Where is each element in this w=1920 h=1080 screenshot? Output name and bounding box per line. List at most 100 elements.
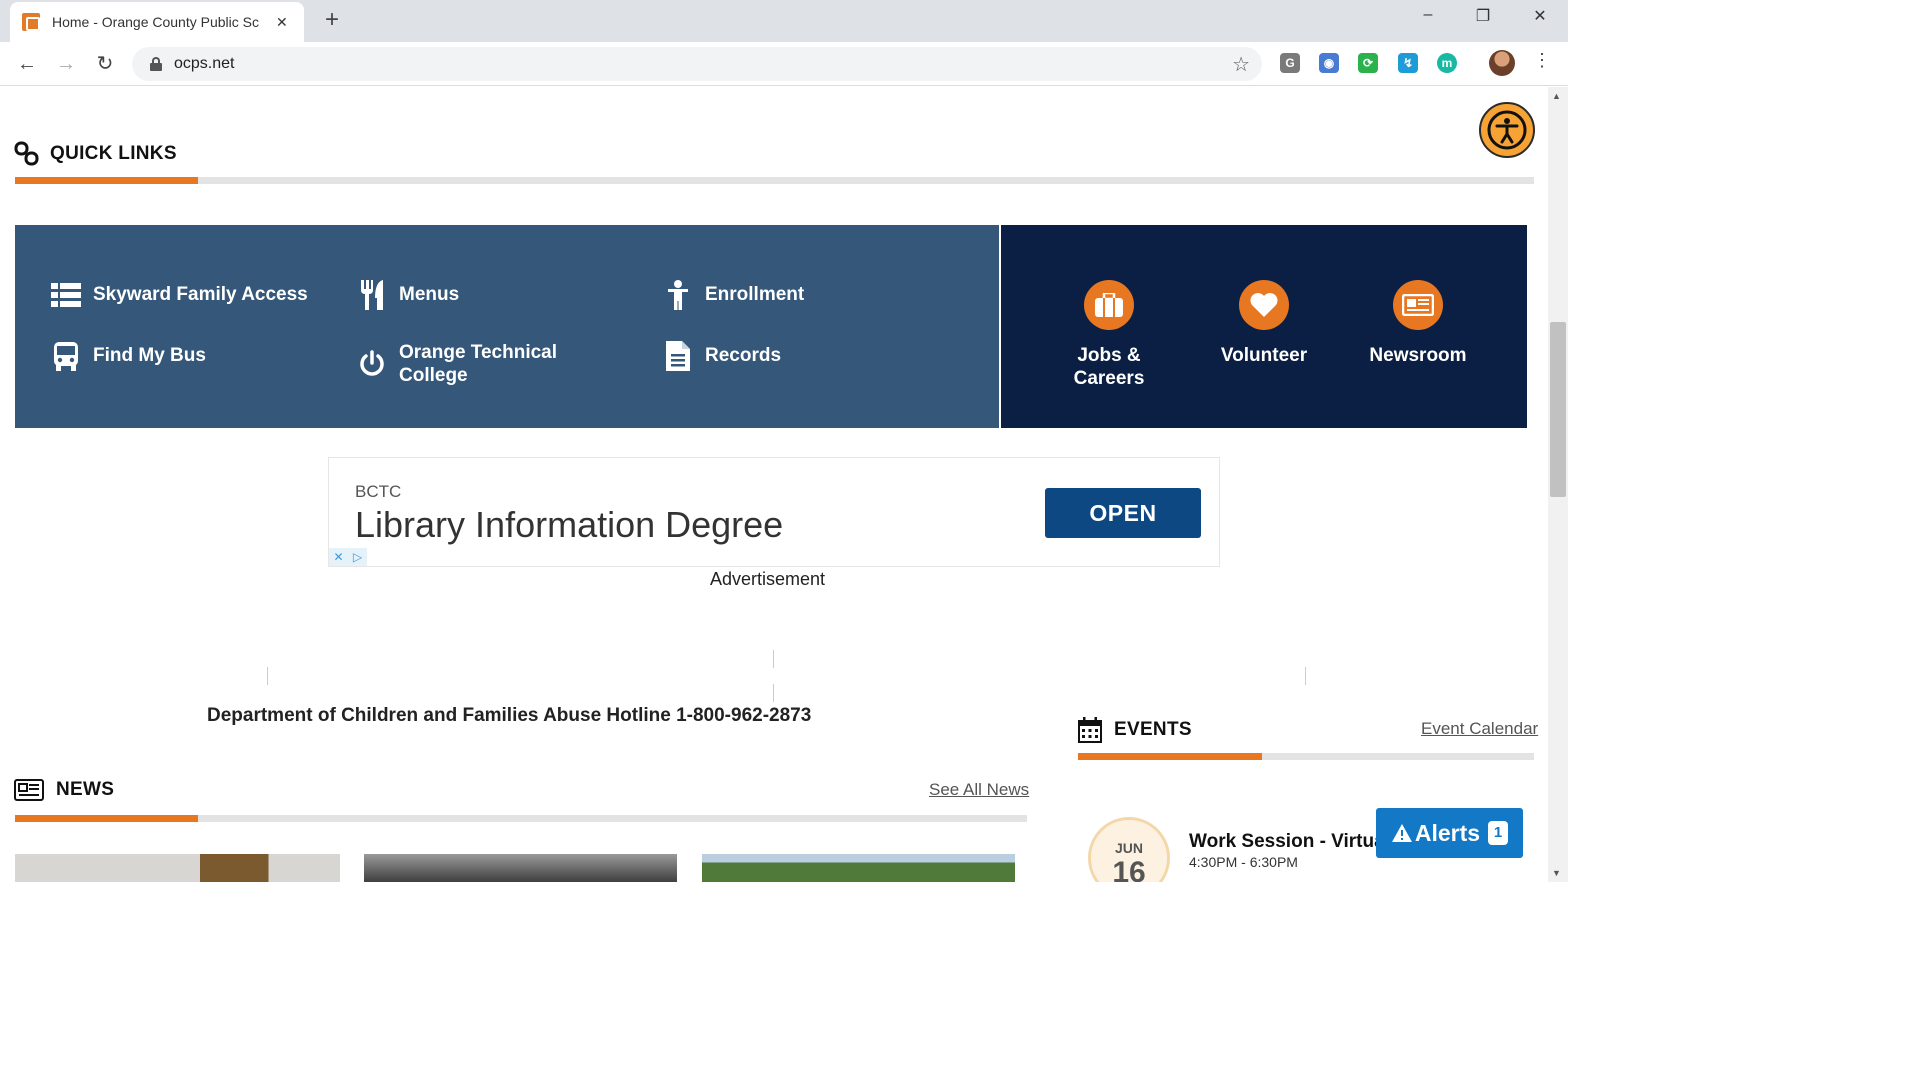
events-title: EVENTS bbox=[1114, 719, 1192, 740]
m-extension-icon[interactable]: m bbox=[1437, 53, 1457, 73]
featured-link-label: Jobs & Careers bbox=[1073, 345, 1145, 389]
divider bbox=[1305, 667, 1306, 685]
alerts-label: Alerts bbox=[1414, 819, 1481, 846]
divider bbox=[773, 684, 774, 702]
browser-tab[interactable]: Home - Orange County Public Sc ✕ bbox=[10, 2, 304, 42]
quick-links-title: QUICK LINKS bbox=[50, 143, 177, 164]
advertisement-banner[interactable]: BCTC Library Information Degree OPEN ✕ ▷ bbox=[328, 457, 1220, 567]
child-icon bbox=[663, 280, 693, 310]
forward-icon[interactable]: → bbox=[53, 51, 79, 77]
minimize-button[interactable]: – bbox=[1408, 6, 1448, 24]
camera-extension-icon[interactable]: ◉ bbox=[1319, 53, 1339, 73]
heart-icon bbox=[1239, 280, 1289, 330]
bus-icon bbox=[51, 341, 81, 371]
profile-avatar[interactable] bbox=[1489, 50, 1515, 76]
news-underline-accent bbox=[15, 815, 198, 822]
blocked-extension-icon[interactable]: ↯ bbox=[1398, 53, 1418, 73]
featured-link-label: Volunteer bbox=[1220, 345, 1308, 366]
list-icon bbox=[51, 280, 81, 310]
news-card-image[interactable] bbox=[15, 854, 340, 882]
bookmark-star-icon[interactable]: ☆ bbox=[1232, 52, 1250, 77]
page-content: QUICK LINKS Skyward Family Access Menus bbox=[0, 87, 1548, 882]
power-icon bbox=[357, 349, 387, 379]
scroll-thumb[interactable] bbox=[1550, 322, 1566, 497]
abuse-hotline-text: Department of Children and Families Abus… bbox=[207, 705, 812, 726]
featured-link-jobs-careers[interactable]: Jobs & Careers bbox=[1044, 280, 1174, 390]
tab-title: Home - Orange County Public Sc bbox=[52, 14, 259, 30]
alerts-button[interactable]: Alerts 1 bbox=[1376, 808, 1523, 858]
warning-icon bbox=[1391, 824, 1412, 842]
event-month: JUN bbox=[1114, 840, 1143, 856]
url-text[interactable]: ocps.net bbox=[174, 55, 234, 73]
close-window-button[interactable]: ✕ bbox=[1520, 6, 1560, 26]
page-scrollbar[interactable]: ▲ ▼ bbox=[1548, 87, 1568, 882]
ad-open-button[interactable]: OPEN bbox=[1045, 488, 1201, 538]
event-title[interactable]: Work Session - Virtual bbox=[1189, 831, 1390, 853]
event-date-badge: JUN 16 bbox=[1088, 817, 1170, 882]
event-day: 16 bbox=[1112, 856, 1146, 882]
quick-links-header: QUICK LINKS bbox=[14, 141, 177, 167]
calendar-icon bbox=[1078, 717, 1102, 743]
scroll-down-icon[interactable]: ▼ bbox=[1552, 868, 1561, 878]
divider bbox=[773, 650, 774, 668]
quick-link-orange-technical-college[interactable]: Orange Technical College bbox=[357, 341, 587, 387]
accessibility-button[interactable] bbox=[1479, 102, 1535, 158]
news-title: NEWS bbox=[56, 779, 115, 800]
browser-menu-icon[interactable]: ⋮ bbox=[1532, 50, 1552, 71]
back-icon[interactable]: ← bbox=[14, 51, 40, 77]
quick-link-skyward[interactable]: Skyward Family Access bbox=[51, 280, 308, 310]
g-extension-icon[interactable]: G bbox=[1280, 53, 1300, 73]
tab-close-icon[interactable]: ✕ bbox=[276, 14, 288, 31]
divider bbox=[267, 667, 268, 685]
news-card-image[interactable] bbox=[364, 854, 677, 882]
events-underline bbox=[1078, 753, 1534, 760]
new-tab-button[interactable]: + bbox=[318, 6, 346, 34]
alerts-count-badge: 1 bbox=[1488, 821, 1509, 845]
quick-link-enrollment[interactable]: Enrollment bbox=[663, 280, 804, 310]
browser-toolbar: ← → ↻ ocps.net ☆ G ◉ ⟳ ↯ m ⋮ bbox=[0, 42, 1568, 86]
quick-links-underline-accent bbox=[15, 177, 198, 184]
lock-icon bbox=[150, 57, 162, 71]
news-card-image[interactable] bbox=[702, 854, 1015, 882]
event-time: 4:30PM - 6:30PM bbox=[1189, 854, 1298, 870]
featured-link-newsroom[interactable]: Newsroom bbox=[1353, 280, 1483, 367]
quick-link-label: Menus bbox=[399, 284, 460, 305]
quick-link-find-my-bus[interactable]: Find My Bus bbox=[51, 341, 206, 371]
events-underline-accent bbox=[1078, 753, 1262, 760]
featured-links-panel: Jobs & Careers Volunteer Newsroom bbox=[1001, 225, 1527, 428]
restore-button[interactable]: ❐ bbox=[1463, 6, 1503, 26]
quick-link-records[interactable]: Records bbox=[663, 341, 781, 371]
accessibility-icon bbox=[1487, 110, 1527, 150]
advertisement-label: Advertisement bbox=[710, 569, 826, 589]
ad-headline[interactable]: Library Information Degree bbox=[355, 504, 783, 546]
featured-link-label: Newsroom bbox=[1369, 345, 1467, 366]
browser-tabstrip: Home - Orange County Public Sc ✕ + – ❐ ✕ bbox=[0, 0, 1568, 42]
briefcase-icon bbox=[1084, 280, 1134, 330]
quick-link-label: Skyward Family Access bbox=[93, 284, 308, 305]
sync-extension-icon[interactable]: ⟳ bbox=[1358, 53, 1378, 73]
event-calendar-link[interactable]: Event Calendar bbox=[1421, 719, 1538, 739]
scroll-up-icon[interactable]: ▲ bbox=[1552, 91, 1561, 101]
quick-link-label: Orange Technical College bbox=[399, 342, 558, 386]
reload-icon[interactable]: ↻ bbox=[92, 51, 118, 77]
events-header: EVENTS bbox=[1078, 717, 1192, 743]
quick-link-menus[interactable]: Menus bbox=[357, 280, 459, 310]
quick-link-label: Find My Bus bbox=[93, 345, 206, 366]
newspaper-icon bbox=[1393, 280, 1443, 330]
news-underline bbox=[15, 815, 1027, 822]
see-all-news-link[interactable]: See All News bbox=[929, 780, 1029, 800]
ad-choices-icon[interactable]: ▷ bbox=[348, 548, 367, 566]
ad-close-icon[interactable]: ✕ bbox=[329, 548, 348, 566]
quick-links-underline bbox=[15, 177, 1534, 184]
quick-link-label: Enrollment bbox=[705, 284, 805, 305]
ad-choices[interactable]: ✕ ▷ bbox=[329, 548, 367, 566]
address-bar[interactable]: ocps.net ☆ bbox=[132, 47, 1262, 81]
ocps-favicon-icon bbox=[22, 13, 40, 31]
document-icon bbox=[663, 341, 693, 371]
quick-links-panel: Skyward Family Access Menus Enrollment F… bbox=[15, 225, 999, 428]
utensils-icon bbox=[357, 280, 387, 310]
featured-link-volunteer[interactable]: Volunteer bbox=[1199, 280, 1329, 367]
link-chain-icon bbox=[14, 141, 39, 166]
quick-link-label: Records bbox=[705, 345, 782, 366]
ad-brand: BCTC bbox=[355, 482, 402, 501]
